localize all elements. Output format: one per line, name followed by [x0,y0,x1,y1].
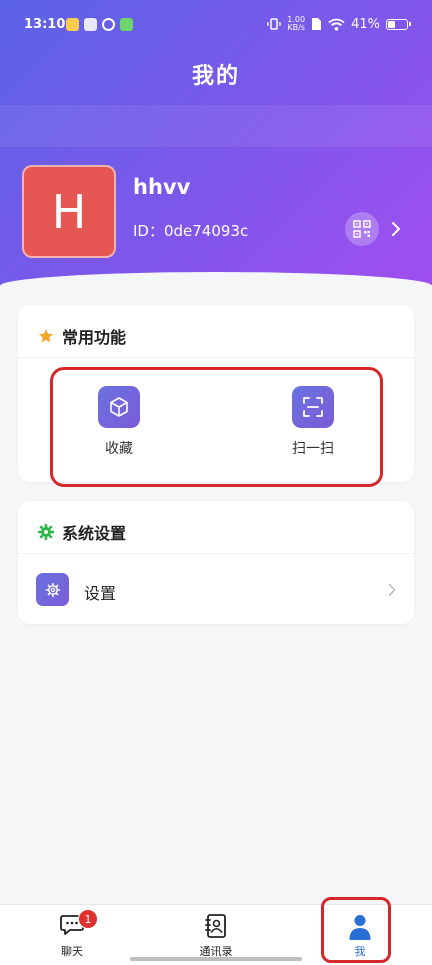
common-functions-header: 常用功能 [38,324,126,348]
star-icon [39,329,53,343]
home-indicator[interactable] [130,957,302,961]
status-bar: 13:10 1.00 KB/s 41% [0,0,432,52]
page-title: 我的 [191,64,240,89]
system-settings-card: 系统设置 设置 [18,501,414,624]
common-functions-title: 常用功能 [62,328,127,347]
chat-unread-badge: 1 [78,909,98,929]
wifi-icon [328,18,345,31]
battery-percent: 41% [351,16,380,32]
settings-icon-tile [36,573,69,606]
gear-icon [45,582,60,597]
settings-label: 设置 [84,584,117,603]
status-time: 13:10 [24,17,66,32]
me-tab-highlight-box [321,897,391,963]
header-band [0,105,432,147]
avatar[interactable]: H [22,165,116,258]
vibrate-icon [267,18,281,30]
tab-chat-label: 聊天 [61,945,83,958]
network-speed: 1.00 KB/s [287,15,306,32]
tab-chat[interactable]: 1 聊天 [0,905,144,965]
battery-icon [386,18,411,30]
profile-chevron-right-icon[interactable] [390,219,402,239]
username: hhvv [133,175,191,199]
market-icon [120,18,133,31]
functions-highlight-box [50,367,383,487]
sim-icon [312,18,322,30]
weibo-icon [66,18,79,31]
system-settings-title: 系统设置 [62,524,127,543]
sync-icon [102,18,115,31]
qr-code-icon [353,220,371,238]
contacts-icon [205,914,226,938]
user-id: ID：0de74093c [133,222,249,240]
status-app-icons [66,18,133,31]
tab-contacts[interactable]: 通讯录 [144,905,288,965]
battery-fill [388,20,395,28]
settings-row[interactable]: 设置 [36,573,396,607]
status-indicators: 1.00 KB/s 41% [267,15,411,32]
chevron-right-icon [388,583,396,597]
settings-gear-icon [38,524,54,540]
qr-code-button[interactable] [345,212,379,246]
app-notification-icon [84,18,97,31]
system-settings-header: 系统设置 [38,520,126,544]
